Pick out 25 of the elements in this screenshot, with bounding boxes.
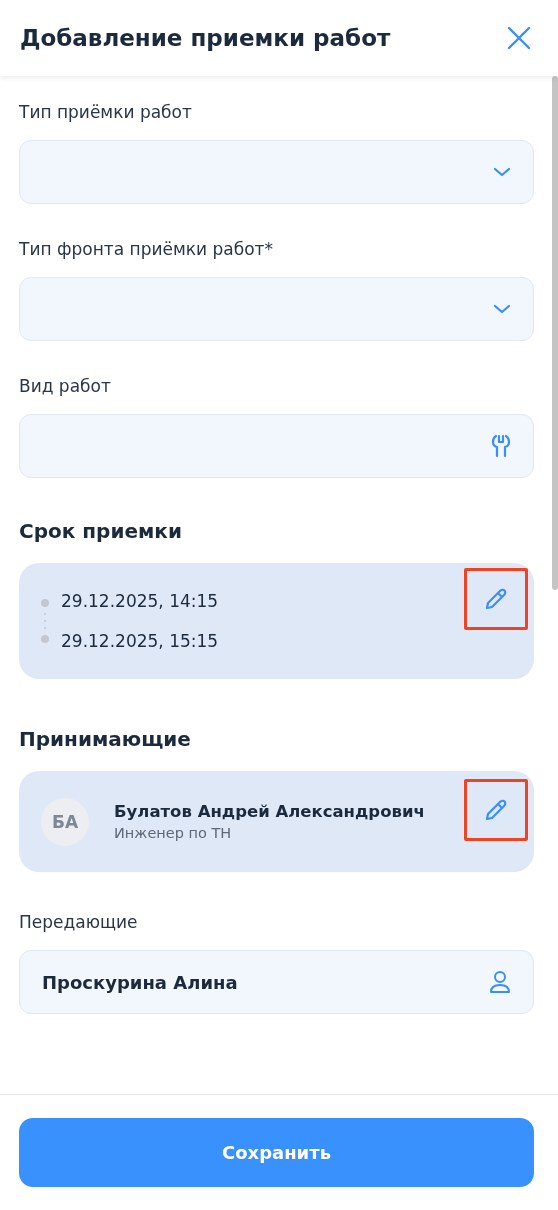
section-title: Принимающие: [19, 727, 192, 751]
input-field[interactable]: [19, 414, 534, 478]
timeline-drawing: [41, 599, 49, 643]
person-role: Инженер по ТН: [114, 825, 233, 841]
avatar: БА: [41, 797, 89, 846]
edit-button[interactable]: [464, 568, 528, 630]
field-label: Передающие: [19, 912, 139, 932]
chevron-down-icon: [493, 304, 511, 314]
field-label: Тип приёмки работ: [19, 102, 193, 122]
end-date: 29.12.2025, 15:15: [61, 631, 219, 651]
window-title: Добавление приемки работ: [20, 25, 391, 51]
input-field[interactable]: Проскурина Алина: [19, 950, 534, 1014]
section-title: Срок приемки: [19, 519, 183, 543]
person-name: Булатов Андрей Александрович: [114, 802, 425, 821]
chevron-down-icon: [493, 167, 511, 177]
user-icon: [489, 970, 511, 994]
scrollbar[interactable]: [552, 76, 558, 590]
wrench-icon: [491, 434, 511, 458]
edit-button[interactable]: [464, 779, 528, 841]
field-label: Вид работ: [19, 376, 112, 396]
close-icon[interactable]: [506, 25, 532, 51]
select-field[interactable]: [19, 277, 534, 341]
field-label: Тип фронта приёмки работ*: [19, 239, 274, 259]
select-field[interactable]: [19, 140, 534, 204]
start-date: 29.12.2025, 14:15: [61, 591, 219, 611]
